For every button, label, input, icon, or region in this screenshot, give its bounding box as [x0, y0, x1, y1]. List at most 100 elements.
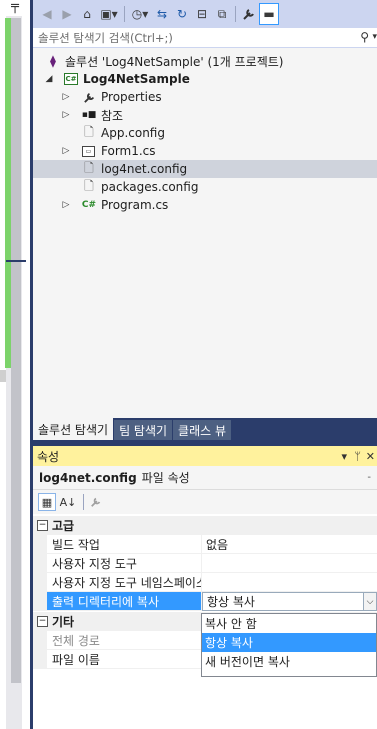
property-value[interactable] [202, 573, 377, 592]
history-icon[interactable]: ◷▾ [128, 3, 152, 25]
preview-icon[interactable]: ▬ [259, 3, 279, 25]
search-options-icon[interactable]: ▾ [372, 32, 377, 42]
scrollbar-thumb[interactable] [11, 18, 21, 683]
property-value[interactable]: 없음 [202, 535, 377, 554]
object-type: 파일 속성 [141, 471, 190, 485]
property-value[interactable] [202, 554, 377, 573]
dropdown-option[interactable]: 새 버전이면 복사 [202, 652, 376, 671]
property-row-custom-tool-namespace[interactable]: 사용자 지정 도구 네임스페이스 [33, 573, 377, 592]
property-name: 빌드 작업 [47, 535, 202, 554]
alphabetical-icon[interactable]: A↓ [59, 493, 77, 511]
search-input[interactable]: 솔루션 탐색기 검색(Ctrl+;) [38, 30, 173, 46]
property-name: 사용자 지정 도구 네임스페이스 [47, 573, 202, 592]
toolbar-separator [124, 6, 125, 22]
category-advanced[interactable]: − 고급 [33, 516, 377, 535]
collapse-all-icon[interactable]: ⊟ [192, 3, 212, 25]
home-icon[interactable]: ⌂ [77, 3, 97, 25]
property-row-copy-to-output[interactable]: 출력 디렉터리에 복사 항상 복사 ⌵ [33, 592, 377, 611]
tree-item-label: App.config [101, 126, 165, 140]
solution-tree: ⧫ 솔루션 'Log4NetSample' (1개 프로젝트) ◢ C# Log… [33, 48, 377, 418]
properties-wrench-icon[interactable] [239, 3, 259, 25]
editor-gutter: ╤ [0, 0, 30, 729]
tree-item-references[interactable]: ▷ ▪■ 참조 [33, 106, 377, 124]
solution-search[interactable]: 솔루션 탐색기 검색(Ctrl+;) ⚲ ▾ [33, 28, 377, 48]
collapse-arrow-icon[interactable]: ◢ [44, 74, 54, 84]
expand-arrow-icon[interactable]: ▷ [61, 146, 71, 156]
property-pages-icon[interactable] [87, 493, 105, 511]
sync-icon[interactable]: ⇆ [152, 3, 172, 25]
combo-value: 항상 복사 [207, 595, 255, 609]
category-label: 고급 [52, 519, 75, 533]
row-margin [33, 573, 47, 592]
project-label: Log4NetSample [83, 72, 190, 86]
tree-item-label: Program.cs [101, 198, 169, 212]
tool-window-tabs: 솔루션 탐색기 팀 탐색기 클래스 뷰 [33, 418, 377, 440]
solution-label: 솔루션 'Log4NetSample' (1개 프로젝트) [65, 54, 284, 69]
tree-item-form1[interactable]: ▷ ▭ Form1.cs [33, 142, 377, 160]
tree-item-label: 참조 [101, 108, 124, 123]
csharp-file-icon: C# [81, 200, 97, 210]
refresh-icon[interactable]: ↻ [172, 3, 192, 25]
scroll-position-marker [6, 260, 26, 262]
copy-to-output-combo[interactable]: 항상 복사 ⌵ [202, 592, 377, 611]
collection-icon[interactable]: ▣▾ [97, 3, 121, 25]
copy-to-output-dropdown: 복사 안 함 항상 복사 새 버전이면 복사 [201, 613, 377, 677]
properties-title: 속성 [37, 449, 60, 464]
tree-item-program-cs[interactable]: ▷ C# Program.cs [33, 196, 377, 214]
property-row-build-action[interactable]: 빌드 작업 없음 [33, 535, 377, 554]
tree-item-packages-config[interactable]: 🗋 packages.config [33, 178, 377, 196]
window-position-icon[interactable]: ▾ [341, 450, 347, 463]
dropdown-option[interactable]: 항상 복사 [202, 633, 376, 652]
search-icon[interactable]: ⚲ [360, 30, 369, 44]
tab-class-view[interactable]: 클래스 뷰 [173, 420, 232, 440]
tree-item-label: log4net.config [101, 162, 188, 176]
config-file-icon: 🗋 [84, 160, 94, 175]
tab-team-explorer[interactable]: 팀 탐색기 [114, 420, 173, 440]
csharp-project-icon: C# [64, 73, 78, 85]
tree-item-label: Form1.cs [101, 144, 156, 158]
close-icon[interactable]: ✕ [366, 450, 375, 463]
tree-solution-node[interactable]: ⧫ 솔루션 'Log4NetSample' (1개 프로젝트) [33, 52, 377, 70]
expand-arrow-icon[interactable]: ▷ [61, 200, 71, 210]
object-dropdown-icon[interactable]: - [367, 472, 371, 483]
row-margin [33, 535, 47, 554]
pin-icon[interactable]: ᛘ [354, 450, 361, 463]
tab-solution-explorer[interactable]: 솔루션 탐색기 [33, 418, 114, 440]
collapse-icon[interactable]: − [37, 520, 48, 531]
chevron-down-icon[interactable]: ⌵ [363, 593, 376, 610]
forward-icon[interactable]: ▶ [57, 3, 77, 25]
collapse-icon[interactable]: − [37, 616, 48, 627]
expand-arrow-icon[interactable]: ▷ [61, 110, 71, 120]
categorized-icon[interactable]: ▦ [38, 493, 56, 511]
config-file-icon: 🗋 [84, 124, 94, 139]
split-icon[interactable]: ╤ [6, 0, 24, 16]
property-name: 사용자 지정 도구 [47, 554, 202, 573]
expand-arrow-icon[interactable]: ▷ [61, 92, 71, 102]
property-name: 파일 이름 [47, 650, 202, 669]
tree-item-properties[interactable]: ▷ Properties [33, 88, 377, 106]
category-label: 기타 [52, 615, 75, 629]
toolbar-separator [83, 494, 84, 510]
row-margin [33, 631, 47, 650]
show-all-files-icon[interactable]: ⧉ [212, 3, 232, 25]
references-icon: ▪■ [81, 110, 97, 120]
solution-icon: ⧫ [50, 54, 56, 68]
tree-item-log4net-config[interactable]: 🗋 log4net.config [33, 160, 377, 178]
tree-item-label: packages.config [101, 180, 199, 194]
row-margin [33, 650, 47, 669]
tree-item-app-config[interactable]: 🗋 App.config [33, 124, 377, 142]
tree-item-label: Properties [101, 90, 162, 104]
properties-object-selector[interactable]: log4net.config 파일 속성 - [33, 466, 377, 490]
toolbar-separator [235, 6, 236, 22]
object-name: log4net.config [39, 470, 137, 485]
property-name: 전체 경로 [47, 631, 202, 650]
wrench-icon [81, 90, 97, 104]
dropdown-option[interactable]: 복사 안 함 [202, 614, 376, 633]
back-icon[interactable]: ◀ [37, 3, 57, 25]
tree-project-node[interactable]: ◢ C# Log4NetSample [33, 70, 377, 88]
row-margin [33, 554, 47, 573]
properties-title-bar: 속성 ▾ ᛘ ✕ [33, 446, 377, 466]
solution-explorer-toolbar: ◀ ▶ ⌂ ▣▾ ◷▾ ⇆ ↻ ⊟ ⧉ ▬ [33, 0, 377, 28]
form-icon: ▭ [82, 145, 95, 157]
property-row-custom-tool[interactable]: 사용자 지정 도구 [33, 554, 377, 573]
